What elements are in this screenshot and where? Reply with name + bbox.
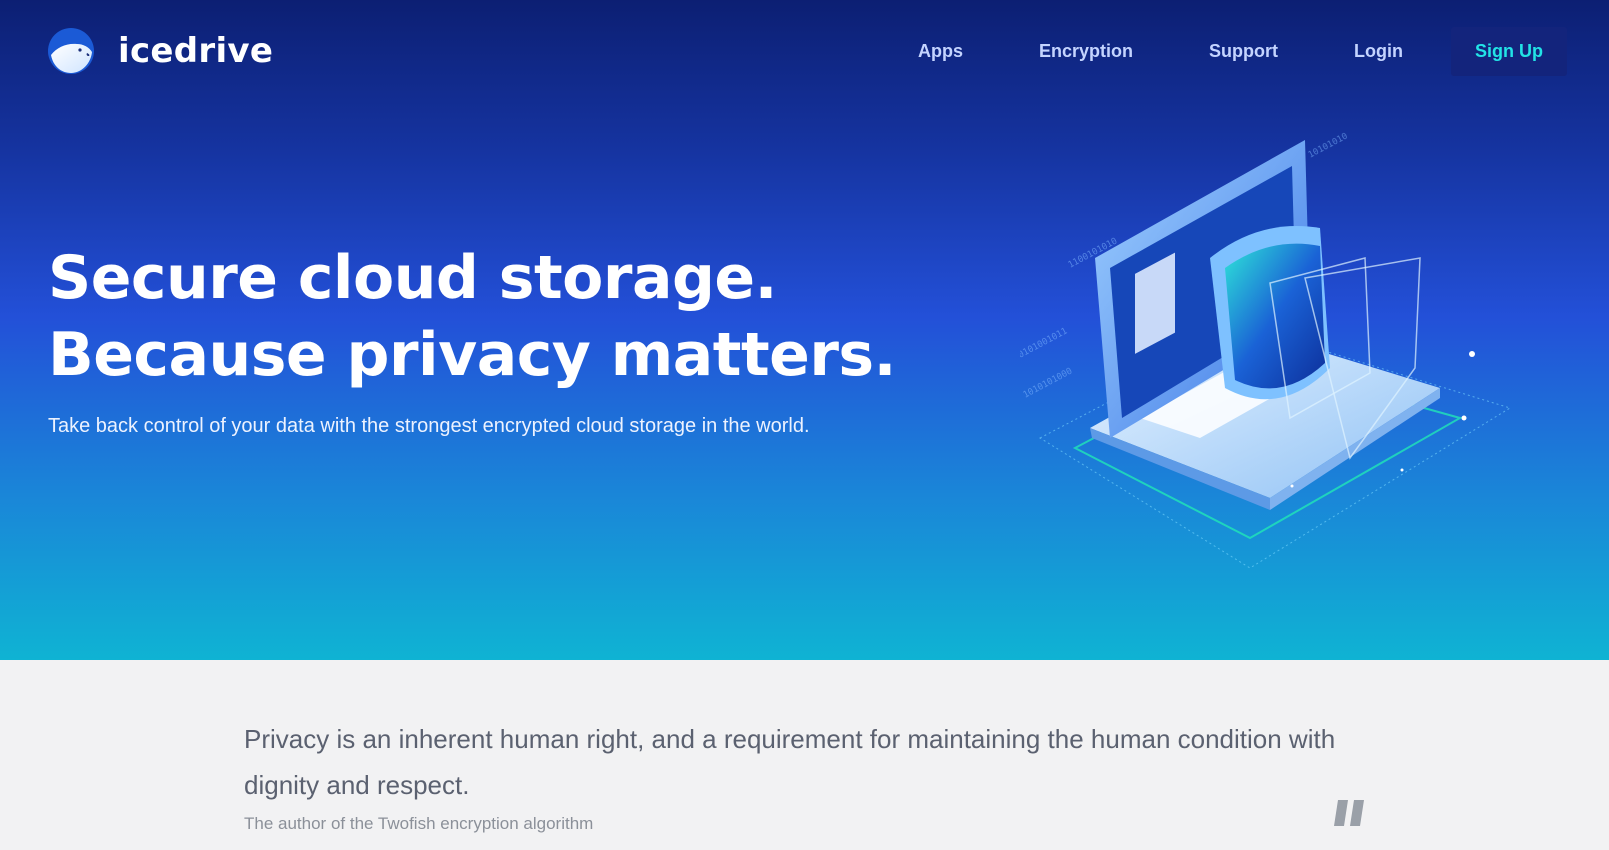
headline-line-1: Secure cloud storage. [48, 243, 777, 313]
hero-headline: Secure cloud storage. Because privacy ma… [48, 240, 896, 394]
nav-item-support[interactable]: Support [1209, 41, 1278, 62]
svg-text:0101001011: 0101001011 [1020, 326, 1069, 360]
polar-bear-logo-icon [48, 28, 94, 74]
nav-item-encryption[interactable]: Encryption [1039, 41, 1133, 62]
nav-item-apps[interactable]: Apps [918, 41, 963, 62]
svg-text:10101010: 10101010 [1307, 131, 1350, 160]
signup-button[interactable]: Sign Up [1451, 27, 1567, 76]
main-nav: Apps Encryption Support Login Sign Up [918, 27, 1567, 76]
quote-section: Privacy is an inherent human right, and … [244, 716, 1374, 834]
hero-subhead: Take back control of your data with the … [48, 415, 810, 437]
quote-author: The author of the Twofish encryption alg… [244, 814, 594, 833]
quote-mark-icon [1334, 800, 1364, 826]
headline-line-2: Because privacy matters. [48, 320, 896, 390]
quote-text: Privacy is an inherent human right, and … [244, 724, 1336, 800]
svg-text:1010101000: 1010101000 [1022, 366, 1075, 400]
hero-section: icedrive Apps Encryption Support Login S… [0, 0, 1609, 660]
brand-name: icedrive [118, 31, 274, 71]
brand-logo[interactable]: icedrive [47, 26, 273, 76]
nav-item-login[interactable]: Login [1354, 41, 1403, 62]
laptop-shield-icon: 1100101010 0101001011 1010101000 1010101… [1020, 131, 1512, 569]
